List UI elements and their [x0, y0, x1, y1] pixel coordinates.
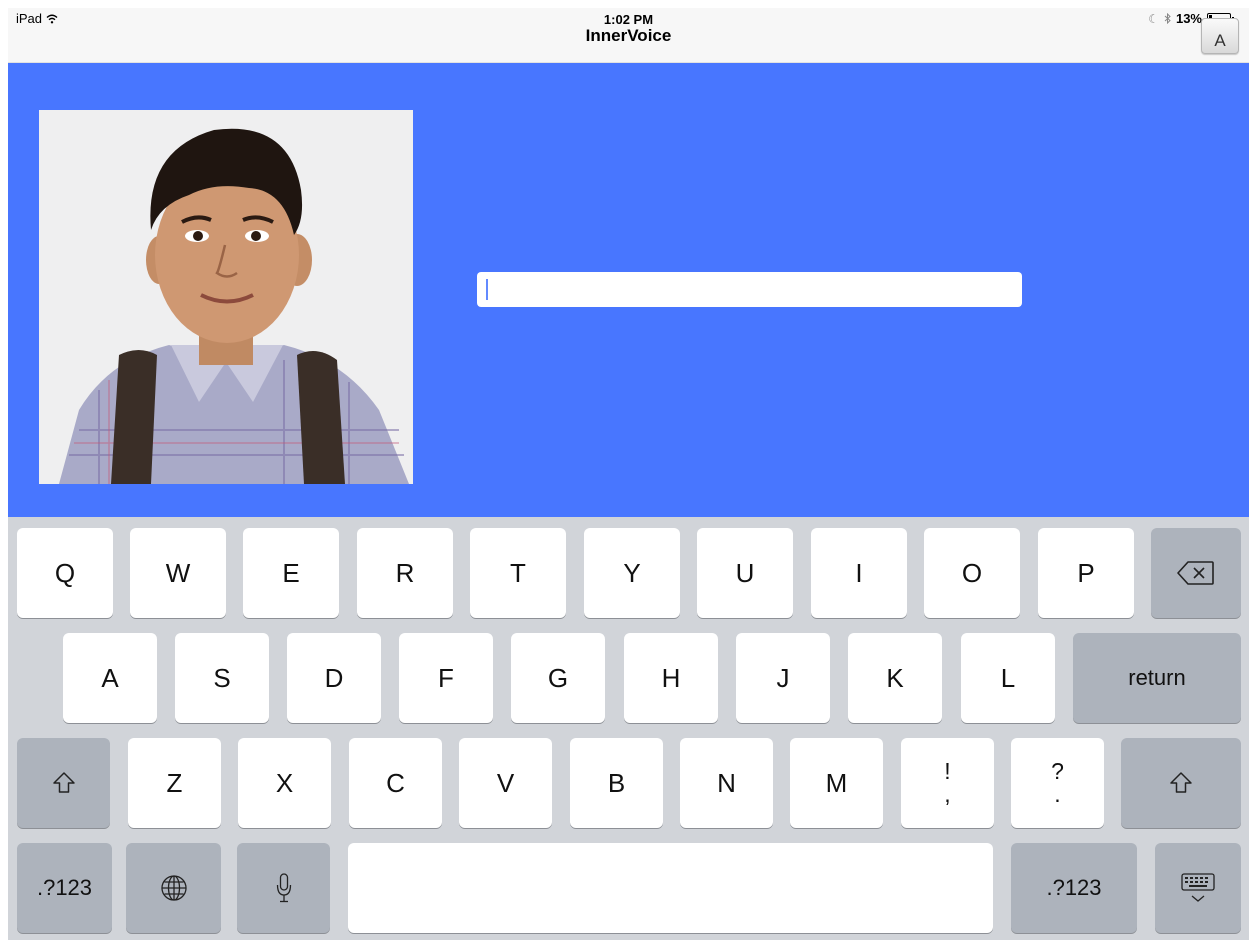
key-u[interactable]: U — [697, 528, 793, 618]
key-j[interactable]: J — [736, 633, 830, 723]
key-s[interactable]: S — [175, 633, 269, 723]
key-y[interactable]: Y — [584, 528, 680, 618]
shift-key-right[interactable] — [1121, 738, 1241, 828]
key-r[interactable]: R — [357, 528, 453, 618]
shift-icon — [52, 772, 75, 793]
bluetooth-icon — [1164, 13, 1171, 24]
key-q[interactable]: Q — [17, 528, 113, 618]
microphone-icon — [276, 873, 291, 903]
boy-photo[interactable] — [39, 110, 413, 484]
text-cursor — [486, 279, 488, 300]
key-question-label: ? — [1051, 758, 1064, 784]
key-l[interactable]: L — [961, 633, 1055, 723]
backspace-icon — [1177, 561, 1214, 585]
shift-key-left[interactable] — [17, 738, 110, 828]
key-h[interactable]: H — [624, 633, 718, 723]
key-p[interactable]: P — [1038, 528, 1134, 618]
clock: 1:02 PM — [603, 12, 654, 27]
space-bar[interactable] — [348, 843, 993, 933]
dictation-key[interactable] — [237, 843, 330, 933]
status-bar: iPad 1:02 PM InnerVoice ☾ 13% A — [8, 8, 1249, 63]
key-d[interactable]: D — [287, 633, 381, 723]
numbers-key-left[interactable]: .?123 — [17, 843, 112, 933]
hide-keyboard-icon — [1181, 873, 1215, 902]
app-title: InnerVoice — [585, 26, 672, 45]
battery-percent: 13% — [1175, 11, 1202, 26]
moon-icon: ☾ — [1148, 11, 1159, 26]
hide-keyboard-key[interactable] — [1155, 843, 1241, 933]
key-x[interactable]: X — [238, 738, 331, 828]
key-f[interactable]: F — [399, 633, 493, 723]
key-w[interactable]: W — [130, 528, 226, 618]
key-a[interactable]: A — [63, 633, 157, 723]
key-m[interactable]: M — [790, 738, 883, 828]
key-t[interactable]: T — [470, 528, 566, 618]
key-k[interactable]: K — [848, 633, 942, 723]
key-b[interactable]: B — [570, 738, 663, 828]
shift-icon — [1170, 772, 1192, 793]
speech-text-input[interactable] — [477, 272, 1022, 307]
key-e[interactable]: E — [243, 528, 339, 618]
return-key[interactable]: return — [1073, 633, 1241, 723]
font-size-key[interactable]: A — [1201, 18, 1239, 54]
key-i[interactable]: I — [811, 528, 907, 618]
backspace-key[interactable] — [1151, 528, 1241, 618]
key-n[interactable]: N — [680, 738, 773, 828]
numbers-key-right[interactable]: .?123 — [1011, 843, 1137, 933]
portrait-illustration — [39, 110, 413, 484]
key-question-period[interactable]: ? . — [1011, 738, 1104, 828]
globe-icon — [160, 875, 187, 901]
key-c[interactable]: C — [349, 738, 442, 828]
globe-key[interactable] — [126, 843, 221, 933]
key-period-label: . — [1054, 781, 1061, 807]
key-exclaim-label: ! — [944, 758, 951, 784]
key-v[interactable]: V — [459, 738, 552, 828]
key-exclaim-comma[interactable]: ! , — [901, 738, 994, 828]
onscreen-keyboard: Q W E R T Y U I O P A S D F G H J K L re… — [8, 517, 1249, 940]
content-area — [8, 63, 1249, 517]
key-z[interactable]: Z — [128, 738, 221, 828]
key-comma-label: , — [944, 781, 951, 807]
key-o[interactable]: O — [924, 528, 1020, 618]
key-g[interactable]: G — [511, 633, 605, 723]
